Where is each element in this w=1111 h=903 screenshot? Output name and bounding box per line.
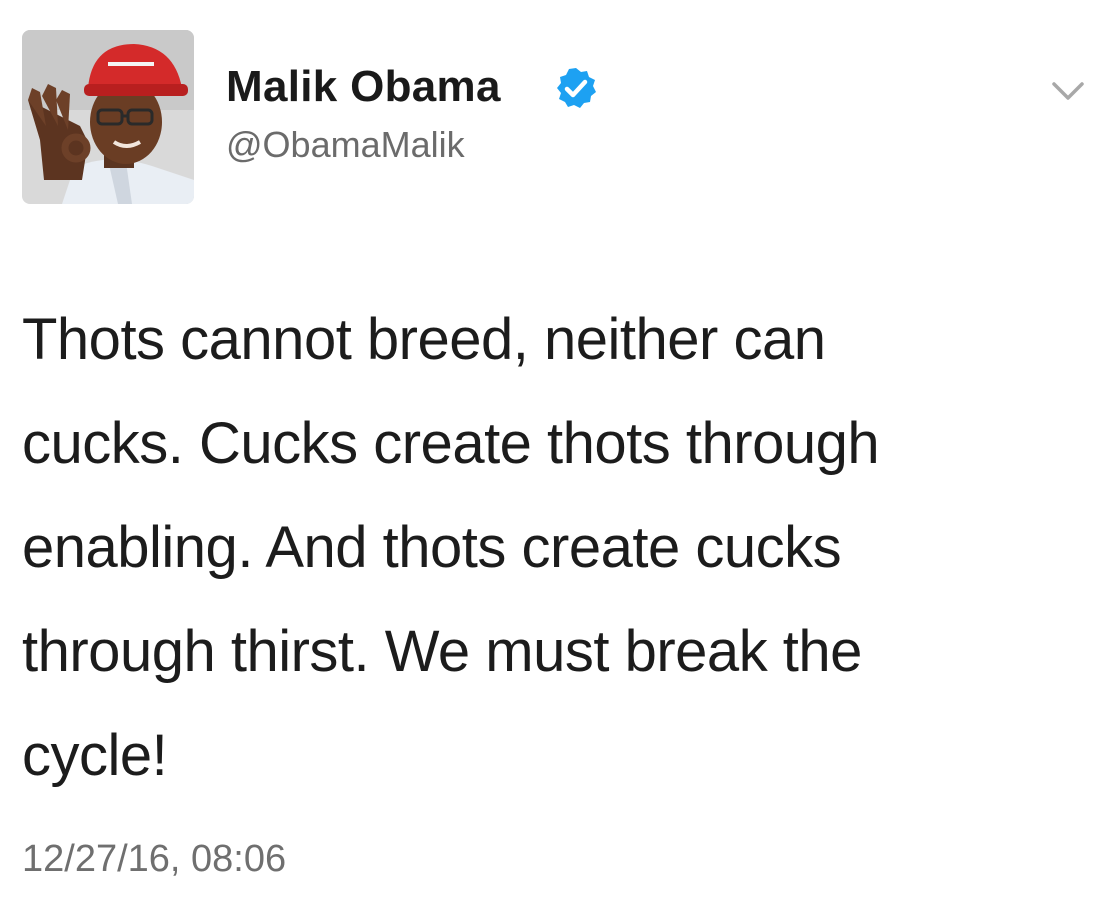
tweet-text-line: cucks. Cucks create thots through bbox=[22, 411, 880, 476]
chevron-down-icon[interactable] bbox=[1048, 76, 1088, 106]
tweet-text-line: through thirst. We must break the bbox=[22, 619, 862, 684]
tweet-timestamp[interactable]: 12/27/16, 08:06 bbox=[22, 838, 286, 881]
tweet-text-line: enabling. And thots create cucks bbox=[22, 515, 842, 580]
author-handle[interactable]: @ObamaMalik bbox=[226, 124, 465, 166]
tweet-card: Malik Obama @ObamaMalik Thots cannot bre… bbox=[0, 0, 1111, 903]
author-display-name[interactable]: Malik Obama bbox=[226, 62, 501, 112]
avatar-photo bbox=[22, 30, 194, 204]
avatar[interactable] bbox=[22, 30, 194, 204]
verified-badge-icon bbox=[557, 68, 596, 108]
tweet-text: Thots cannot breed, neither can cucks. C… bbox=[22, 288, 1092, 808]
tweet-text-line: Thots cannot breed, neither can bbox=[22, 307, 826, 372]
tweet-text-line: cycle! bbox=[22, 723, 168, 788]
